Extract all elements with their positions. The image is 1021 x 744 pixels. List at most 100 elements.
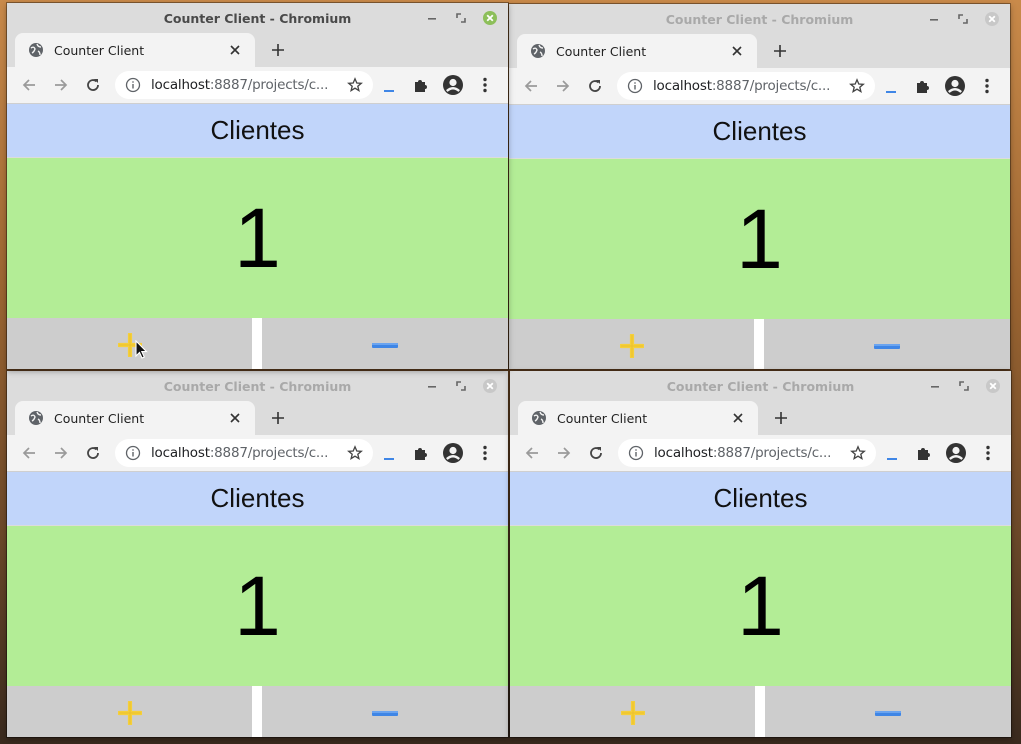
counter-value: 1 bbox=[7, 526, 508, 686]
close-window-button[interactable] bbox=[482, 378, 498, 394]
increment-button[interactable] bbox=[7, 318, 252, 369]
extensions-puzzle-icon[interactable] bbox=[409, 441, 433, 465]
url-text: localhost:8887/projects/c... bbox=[654, 445, 850, 461]
new-tab-button[interactable] bbox=[269, 41, 287, 59]
kebab-menu-icon[interactable] bbox=[473, 73, 497, 97]
forward-button[interactable] bbox=[551, 74, 575, 98]
back-button[interactable] bbox=[17, 73, 41, 97]
extension-icon[interactable] bbox=[880, 441, 904, 465]
tab-title: Counter Client bbox=[54, 42, 145, 58]
plus-icon bbox=[619, 334, 644, 358]
close-window-button[interactable] bbox=[984, 11, 1000, 27]
bookmark-star-icon[interactable] bbox=[347, 77, 363, 93]
close-tab-icon[interactable] bbox=[227, 42, 243, 58]
close-window-button[interactable] bbox=[482, 10, 498, 26]
maximize-window-button[interactable] bbox=[956, 378, 972, 394]
counter-value: 1 bbox=[510, 526, 1011, 686]
tab-strip: Counter Client bbox=[7, 33, 508, 67]
extension-icon[interactable] bbox=[377, 441, 401, 465]
window-titlebar[interactable]: Counter Client - Chromium bbox=[7, 3, 508, 33]
tab-counter-client[interactable]: Counter Client bbox=[15, 33, 255, 67]
counter-value: 1 bbox=[7, 158, 508, 318]
tab-title: Counter Client bbox=[557, 410, 648, 426]
kebab-menu-icon[interactable] bbox=[473, 441, 497, 465]
extensions-puzzle-icon[interactable] bbox=[912, 441, 936, 465]
minimize-window-button[interactable] bbox=[424, 378, 440, 394]
extension-icon[interactable] bbox=[879, 74, 903, 98]
address-bar[interactable]: localhost:8887/projects/c... bbox=[618, 439, 876, 467]
maximize-window-button[interactable] bbox=[453, 378, 469, 394]
info-icon[interactable] bbox=[628, 445, 644, 461]
info-icon[interactable] bbox=[125, 445, 141, 461]
reload-button[interactable] bbox=[583, 74, 607, 98]
minimize-window-button[interactable] bbox=[926, 11, 942, 27]
tab-counter-client[interactable]: Counter Client bbox=[15, 401, 255, 435]
window-titlebar[interactable]: Counter Client - Chromium bbox=[510, 371, 1011, 401]
address-bar[interactable]: localhost:8887/projects/c... bbox=[115, 439, 373, 467]
close-window-button[interactable] bbox=[985, 378, 1001, 394]
kebab-menu-icon[interactable] bbox=[975, 74, 999, 98]
url-text: localhost:8887/projects/c... bbox=[151, 77, 347, 93]
profile-avatar-icon[interactable] bbox=[944, 441, 968, 465]
tab-strip: Counter Client bbox=[7, 401, 508, 435]
close-tab-icon[interactable] bbox=[227, 410, 243, 426]
maximize-window-button[interactable] bbox=[955, 11, 971, 27]
forward-button[interactable] bbox=[49, 73, 73, 97]
decrement-button[interactable] bbox=[262, 686, 508, 737]
mouse-cursor-icon bbox=[135, 340, 148, 359]
tab-title: Counter Client bbox=[556, 43, 647, 59]
tab-counter-client[interactable]: Counter Client bbox=[518, 401, 758, 435]
kebab-menu-icon[interactable] bbox=[976, 441, 1000, 465]
new-tab-button[interactable] bbox=[771, 42, 789, 60]
decrement-button[interactable] bbox=[262, 318, 508, 369]
profile-avatar-icon[interactable] bbox=[441, 73, 465, 97]
button-row bbox=[7, 686, 508, 737]
increment-button[interactable] bbox=[510, 686, 755, 737]
decrement-button[interactable] bbox=[765, 686, 1011, 737]
browser-window-2: Counter Client - Chromium Counter Client bbox=[509, 4, 1010, 369]
url-host: localhost bbox=[654, 445, 713, 461]
bookmark-star-icon[interactable] bbox=[849, 78, 865, 94]
button-row bbox=[509, 319, 1010, 369]
bookmark-star-icon[interactable] bbox=[347, 445, 363, 461]
profile-avatar-icon[interactable] bbox=[943, 74, 967, 98]
address-bar[interactable]: localhost:8887/projects/c... bbox=[115, 71, 373, 99]
reload-button[interactable] bbox=[81, 441, 105, 465]
extension-icon[interactable] bbox=[377, 73, 401, 97]
page-title: Clientes bbox=[7, 472, 508, 525]
browser-window-1: Counter Client - Chromium Counter Client bbox=[7, 3, 508, 369]
extensions-puzzle-icon[interactable] bbox=[409, 73, 433, 97]
info-icon[interactable] bbox=[627, 78, 643, 94]
url-path: :8887/projects/c... bbox=[711, 78, 831, 94]
back-button[interactable] bbox=[519, 74, 543, 98]
increment-button[interactable] bbox=[509, 319, 754, 369]
forward-button[interactable] bbox=[552, 441, 576, 465]
extensions-puzzle-icon[interactable] bbox=[911, 74, 935, 98]
tab-counter-client[interactable]: Counter Client bbox=[517, 34, 757, 68]
minimize-window-button[interactable] bbox=[424, 10, 440, 26]
new-tab-button[interactable] bbox=[269, 409, 287, 427]
window-titlebar[interactable]: Counter Client - Chromium bbox=[7, 371, 508, 401]
url-path: :8887/projects/c... bbox=[209, 77, 329, 93]
address-bar[interactable]: localhost:8887/projects/c... bbox=[617, 72, 875, 100]
back-button[interactable] bbox=[520, 441, 544, 465]
bookmark-star-icon[interactable] bbox=[850, 445, 866, 461]
decrement-button[interactable] bbox=[764, 319, 1010, 369]
close-tab-icon[interactable] bbox=[730, 410, 746, 426]
close-tab-icon[interactable] bbox=[729, 43, 745, 59]
url-path: :8887/projects/c... bbox=[712, 445, 832, 461]
window-title: Counter Client - Chromium bbox=[163, 378, 352, 394]
minimize-window-button[interactable] bbox=[927, 378, 943, 394]
info-icon[interactable] bbox=[125, 77, 141, 93]
reload-button[interactable] bbox=[584, 441, 608, 465]
maximize-window-button[interactable] bbox=[453, 10, 469, 26]
profile-avatar-icon[interactable] bbox=[441, 441, 465, 465]
page-viewport: Clientes 1 bbox=[7, 104, 508, 369]
increment-button[interactable] bbox=[7, 686, 252, 737]
plus-icon bbox=[117, 701, 142, 725]
back-button[interactable] bbox=[17, 441, 41, 465]
new-tab-button[interactable] bbox=[772, 409, 790, 427]
forward-button[interactable] bbox=[49, 441, 73, 465]
window-titlebar[interactable]: Counter Client - Chromium bbox=[509, 4, 1010, 34]
reload-button[interactable] bbox=[81, 73, 105, 97]
